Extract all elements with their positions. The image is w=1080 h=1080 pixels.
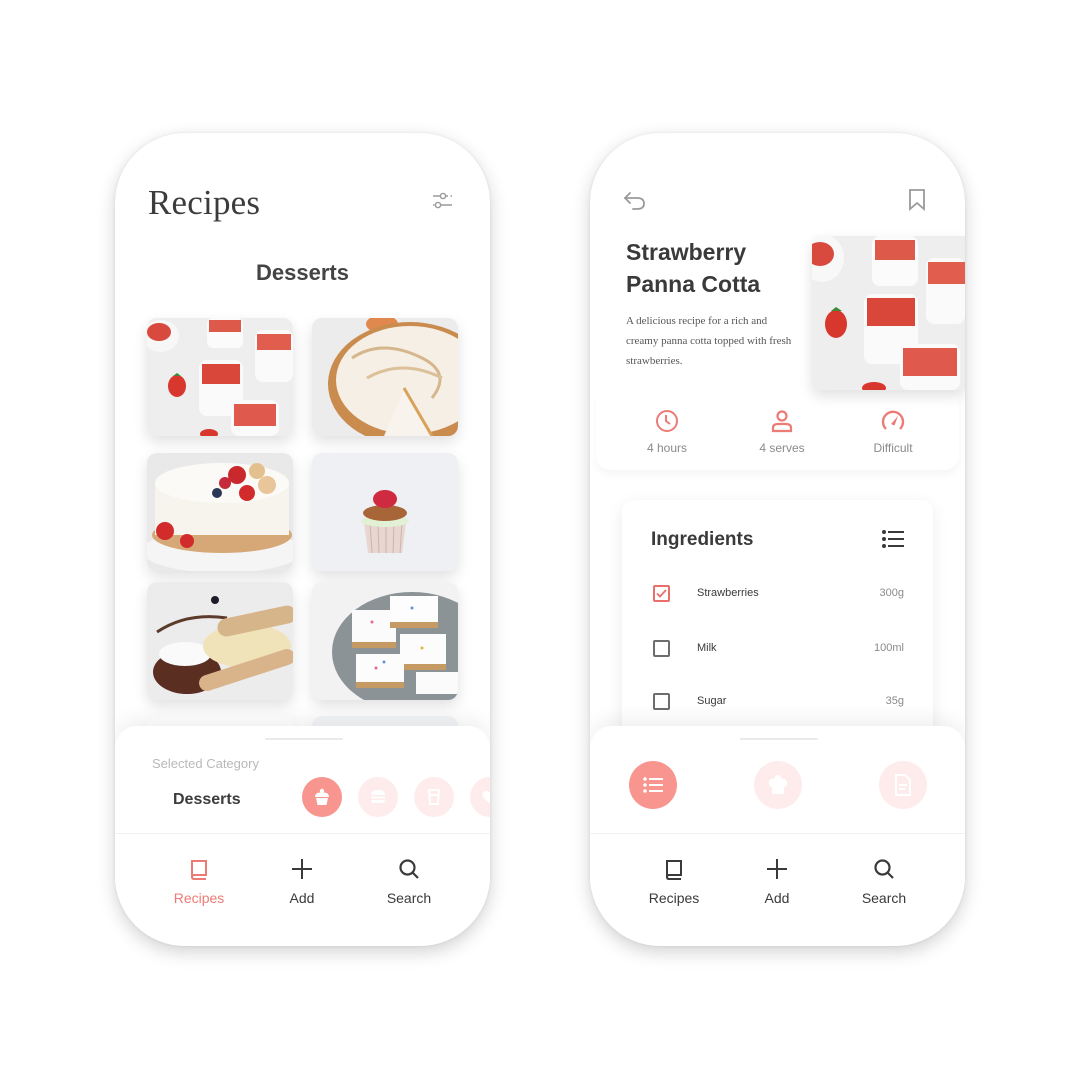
ingredient-row[interactable]: Sugar 35g [651,690,904,714]
ingredient-row[interactable]: Milk 100ml [651,637,904,661]
instructions-section-button[interactable] [879,761,927,809]
ingredients-card: Ingredients Strawberries 300g Milk 100ml… [622,500,933,760]
ingredient-name: Strawberries [697,587,759,599]
gauge-icon [881,410,905,430]
recipe-tile-meringue-pie[interactable] [312,318,458,436]
bookmark-icon [909,189,925,211]
cupcake-icon [315,788,329,805]
category-drinks-button[interactable] [414,777,454,817]
tab-add[interactable]: Add [262,858,342,906]
cheesecake-photo [147,453,293,571]
category-heading: Desserts [256,260,349,285]
sheet-drag-handle[interactable] [265,738,343,740]
ingredients-list-toggle[interactable] [882,530,904,548]
plus-icon [292,859,312,879]
recipe-hero-image [812,236,965,390]
recipe-detail-screen: Strawberry Panna Cotta A delicious recip… [590,133,965,946]
person-icon [771,410,793,433]
category-sheet: Selected Category Desserts [115,726,490,836]
tab-search-label: Search [861,890,907,906]
bookmark-button[interactable] [908,189,926,211]
list-icon [643,777,663,793]
tab-search-label: Search [386,890,432,906]
ingredient-checkbox-checked[interactable] [653,585,670,602]
cupcake-photo [312,453,458,571]
selected-category-label: Selected Category [152,756,259,771]
ingredient-checkbox[interactable] [653,640,670,657]
tab-search[interactable]: Search [844,858,924,906]
stat-time-label: 4 hours [646,441,688,455]
bottom-tab-bar: Recipes Add Search [590,833,965,946]
book-icon [666,860,682,880]
ingredient-qty: 300g [879,587,904,599]
chef-section-button[interactable] [754,761,802,809]
recipe-title-line2: Panna Cotta [626,271,761,297]
filter-button[interactable] [431,189,455,213]
wafer-rolls-photo [147,582,293,700]
recipe-tile-panna-cotta[interactable] [147,318,293,436]
panna-cotta-photo [812,236,965,390]
category-other-button[interactable] [470,777,490,817]
ingredient-name: Sugar [697,695,727,707]
recipe-stats: 4 hours 4 serves Difficult [596,395,959,470]
selected-category-value: Desserts [173,791,241,808]
ingredients-title: Ingredients [651,529,754,550]
stat-serves-label: 4 serves [759,441,805,455]
recipe-tile-wafer-rolls[interactable] [147,582,293,700]
category-burgers-button[interactable] [358,777,398,817]
back-button[interactable] [623,190,647,212]
stat-difficulty: Difficult [843,409,943,455]
recipe-description: A delicious recipe for a rich and creamy… [626,315,792,367]
panna-cotta-photo [147,318,293,436]
sliders-icon [433,192,452,209]
recipe-tile-cheesecake[interactable] [147,453,293,571]
tab-search[interactable]: Search [369,858,449,906]
page-title: Recipes [148,183,261,222]
ingredient-checkbox[interactable] [653,693,670,710]
heart-icon [482,790,490,804]
tab-add[interactable]: Add [737,858,817,906]
ingredients-section-button[interactable] [629,761,677,809]
search-icon [399,859,419,879]
ingredient-qty: 35g [885,695,904,707]
checkmark-icon [656,589,667,598]
sprinkle-bars-photo [312,582,458,700]
category-desserts-button[interactable] [302,777,342,817]
recipe-tile-cupcake[interactable] [312,453,458,571]
section-switcher-sheet [590,726,965,836]
ingredient-qty: 100ml [874,642,904,654]
ingredient-row[interactable]: Strawberries 300g [651,582,904,606]
tab-add-label: Add [764,890,790,906]
recipe-tile-sprinkle-bars[interactable] [312,582,458,700]
meringue-pie-photo [312,318,458,436]
burger-icon [371,790,385,803]
list-icon [882,530,904,548]
search-icon [874,859,894,879]
recipe-title-line1: Strawberry [626,239,747,265]
ingredient-name: Milk [697,642,717,654]
tab-recipes-label: Recipes [648,890,700,906]
document-icon [895,774,911,796]
stat-difficulty-label: Difficult [873,441,913,455]
tab-recipes[interactable]: Recipes [634,858,714,906]
plus-icon [767,859,787,879]
clock-icon [656,410,678,432]
recipe-title: Strawberry Panna Cotta [626,236,806,300]
tab-recipes[interactable]: Recipes [159,858,239,906]
chef-hat-icon [768,775,788,794]
tab-add-label: Add [289,890,315,906]
stat-time: 4 hours [617,409,717,455]
stat-serves: 4 serves [732,409,832,455]
glass-icon [427,789,441,805]
recipes-list-screen: Recipes Desserts Selected Category Desse… [115,133,490,946]
bottom-tab-bar: Recipes Add Search [115,833,490,946]
book-icon [191,860,207,880]
sheet-drag-handle[interactable] [740,738,818,740]
tab-recipes-label: Recipes [173,890,225,906]
back-arrow-icon [623,192,645,210]
